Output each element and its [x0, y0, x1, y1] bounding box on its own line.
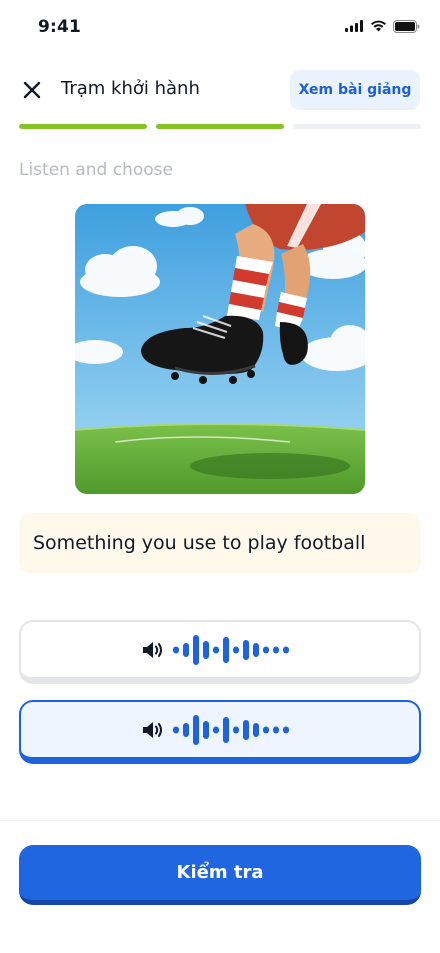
progress-segment-fill	[19, 124, 147, 129]
close-button[interactable]	[20, 78, 44, 102]
instruction-label: Listen and choose	[19, 160, 173, 180]
lesson-progress	[19, 124, 421, 129]
header: Trạm khởi hành Xem bài giảng	[0, 68, 440, 112]
check-button[interactable]: Kiểm tra	[19, 845, 421, 905]
cellular-signal-icon	[345, 20, 363, 32]
status-bar: 9:41	[0, 0, 440, 56]
close-icon	[23, 81, 41, 99]
battery-icon	[393, 19, 420, 33]
audio-option-2[interactable]	[19, 700, 421, 764]
progress-segment	[293, 124, 421, 129]
audio-content	[141, 632, 299, 668]
progress-segment	[19, 124, 147, 129]
prompt-box: Something you use to play football	[19, 513, 421, 573]
wifi-icon	[371, 20, 386, 32]
waveform-icon	[173, 714, 289, 745]
footer-divider	[0, 820, 440, 821]
view-lesson-button[interactable]: Xem bài giảng	[290, 70, 420, 110]
status-time: 9:41	[38, 17, 82, 37]
progress-segment	[156, 124, 284, 129]
audio-option-1[interactable]	[19, 620, 421, 684]
waveform-icon	[173, 634, 289, 665]
audio-content	[141, 712, 299, 748]
status-icons	[345, 19, 420, 33]
page-title: Trạm khởi hành	[61, 78, 200, 99]
speaker-icon	[143, 721, 162, 738]
progress-segment-fill	[156, 124, 284, 129]
speaker-icon	[143, 641, 162, 658]
football-boots-illustration	[75, 204, 365, 494]
